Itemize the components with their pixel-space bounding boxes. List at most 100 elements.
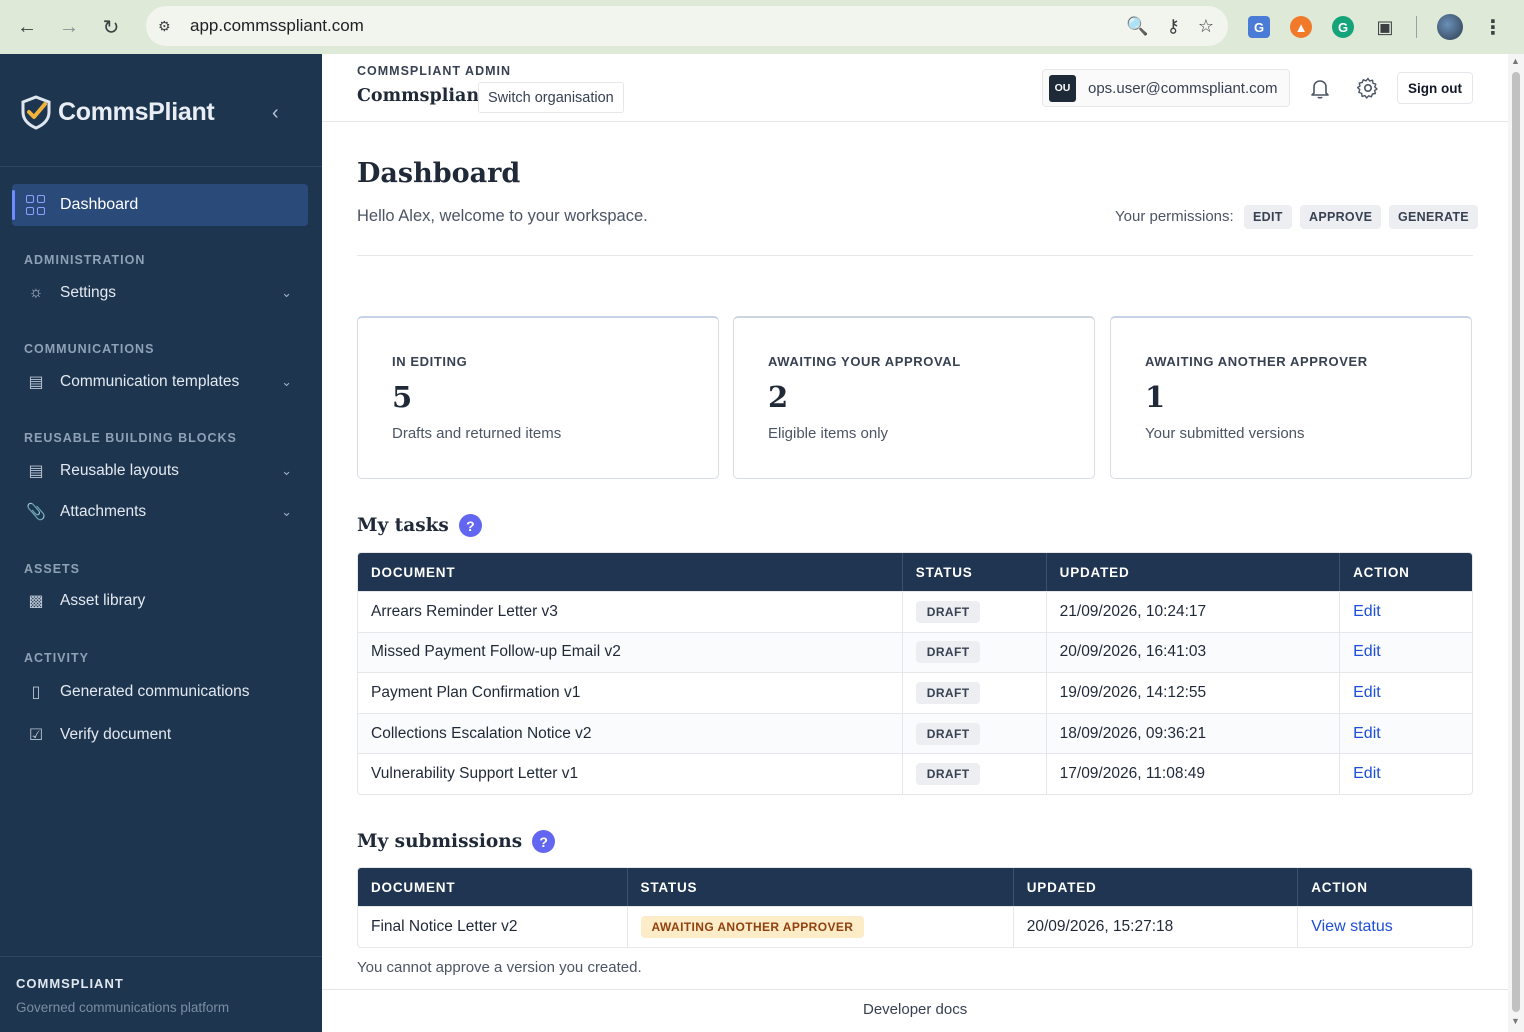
- table-row: Vulnerability Support Letter v1 DRAFT 17…: [358, 753, 1472, 794]
- gear-icon[interactable]: [1356, 76, 1380, 100]
- edit-link[interactable]: Edit: [1353, 765, 1381, 782]
- address-bar[interactable]: ⚙ app.commsspliant.com 🔍 ⚷ ☆: [146, 6, 1228, 46]
- sidebar-item-label: Communication templates: [60, 373, 240, 390]
- my-tasks-heading: My tasks ?: [357, 514, 482, 537]
- chevron-down-icon[interactable]: ⌄: [281, 374, 292, 390]
- bell-icon[interactable]: [1308, 76, 1332, 100]
- stat-label: IN EDITING: [392, 354, 468, 369]
- sidebar-item-verify-document[interactable]: ☑ Verify document: [24, 720, 300, 750]
- vertical-scrollbar[interactable]: ▲ ▼: [1508, 54, 1524, 1032]
- help-icon[interactable]: ?: [458, 514, 482, 537]
- page-title: Dashboard: [357, 158, 521, 189]
- stat-description: Your submitted versions: [1145, 425, 1305, 442]
- updated-cell: 20/09/2026, 15:27:18: [1013, 906, 1299, 947]
- document-cell: Payment Plan Confirmation v1: [358, 672, 903, 713]
- admin-kicker: COMMSPLIANT ADMIN: [357, 64, 512, 78]
- permission-badge-generate: GENERATE: [1389, 205, 1478, 229]
- column-header-updated: UPDATED: [1046, 553, 1341, 591]
- collapse-sidebar-icon[interactable]: ‹: [272, 102, 279, 125]
- zoom-icon[interactable]: 🔍: [1126, 16, 1148, 37]
- organisation-name: Commspliant: [357, 86, 488, 106]
- document-cell: Final Notice Letter v2: [358, 906, 628, 947]
- table-row: Final Notice Letter v2 AWAITING ANOTHER …: [358, 906, 1472, 947]
- status-badge: DRAFT: [915, 722, 981, 745]
- permissions-label: Your permissions:: [1115, 208, 1234, 225]
- updated-cell: 17/09/2026, 11:08:49: [1046, 753, 1341, 794]
- switch-organisation-button[interactable]: Switch organisation: [478, 82, 624, 113]
- stat-value: 5: [392, 380, 413, 414]
- stat-label: AWAITING YOUR APPROVAL: [768, 354, 961, 369]
- site-settings-icon[interactable]: ⚙: [158, 18, 186, 35]
- toolbar-divider: [1416, 16, 1417, 38]
- profile-avatar[interactable]: [1437, 14, 1463, 40]
- grammarly-extension-icon[interactable]: G: [1332, 16, 1354, 38]
- edit-link[interactable]: Edit: [1353, 603, 1381, 620]
- status-cell: AWAITING ANOTHER APPROVER: [627, 906, 1014, 947]
- updated-cell: 19/09/2026, 14:12:55: [1046, 672, 1341, 713]
- sidebar-item-label: Reusable layouts: [60, 462, 179, 479]
- sign-out-button[interactable]: Sign out: [1397, 72, 1473, 104]
- stat-description: Eligible items only: [768, 425, 889, 442]
- sidebar-item-attachments[interactable]: 📎 Attachments ⌄: [24, 497, 300, 527]
- permission-badge-approve: APPROVE: [1300, 205, 1382, 229]
- star-icon[interactable]: ☆: [1198, 16, 1214, 37]
- translate-extension-icon[interactable]: G: [1248, 16, 1270, 38]
- section-title-activity: ACTIVITY: [24, 651, 89, 665]
- sidebar-item-asset-library[interactable]: ▩ Asset library: [24, 586, 300, 616]
- scroll-up-arrow-icon[interactable]: ▲: [1511, 56, 1520, 66]
- stat-value: 2: [768, 380, 789, 414]
- grid-icon: [26, 195, 46, 215]
- stat-label: AWAITING ANOTHER APPROVER: [1145, 354, 1368, 369]
- stat-card-awaiting-your-approval[interactable]: AWAITING YOUR APPROVAL 2 Eligible items …: [733, 316, 1095, 479]
- chevron-down-icon[interactable]: ⌄: [281, 463, 292, 479]
- sidebar-item-settings[interactable]: ☼ Settings ⌄: [24, 278, 300, 308]
- kebab-menu-icon[interactable]: ⋮: [1483, 15, 1503, 40]
- chevron-down-icon[interactable]: ⌄: [281, 504, 292, 520]
- sidebar-item-reusable-layouts[interactable]: ▤ Reusable layouts ⌄: [24, 456, 300, 486]
- edit-link[interactable]: Edit: [1353, 725, 1381, 742]
- chevron-down-icon[interactable]: ⌄: [281, 285, 292, 301]
- stat-card-in-editing[interactable]: IN EDITING 5 Drafts and returned items: [357, 316, 719, 479]
- scroll-down-arrow-icon[interactable]: ▼: [1511, 1016, 1520, 1026]
- sun-gear-icon: ☼: [28, 284, 44, 301]
- view-status-link[interactable]: View status: [1311, 918, 1393, 935]
- table-header-row: DOCUMENT STATUS UPDATED ACTION: [358, 553, 1472, 591]
- user-chip[interactable]: OU ops.user@commspliant.com: [1042, 69, 1290, 107]
- sidebar: CommsPliant ‹ Dashboard ADMINISTRATION ☼…: [0, 54, 322, 1032]
- url-text[interactable]: app.commsspliant.com: [190, 16, 364, 36]
- shield-check-logo-icon: [21, 95, 51, 130]
- status-badge: DRAFT: [915, 641, 981, 664]
- updated-cell: 20/09/2026, 16:41:03: [1046, 631, 1341, 673]
- status-cell: DRAFT: [902, 591, 1047, 632]
- main-content: COMMSPLIANT ADMIN Commspliant Switch org…: [322, 54, 1508, 1032]
- updated-cell: 18/09/2026, 09:36:21: [1046, 712, 1341, 754]
- action-cell: Edit: [1340, 712, 1472, 754]
- edit-link[interactable]: Edit: [1353, 643, 1381, 660]
- brand[interactable]: CommsPliant: [18, 94, 215, 130]
- divider: [322, 989, 1508, 990]
- extension-icon[interactable]: ▲: [1290, 16, 1312, 38]
- permission-badge-edit: EDIT: [1244, 205, 1292, 229]
- key-icon[interactable]: ⚷: [1167, 16, 1180, 37]
- stat-description: Drafts and returned items: [392, 425, 562, 442]
- puzzle-extensions-icon[interactable]: ▣: [1374, 16, 1396, 38]
- edit-link[interactable]: Edit: [1353, 684, 1381, 701]
- sidebar-item-generated-communications[interactable]: ▯ Generated communications: [24, 677, 300, 707]
- help-icon[interactable]: ?: [532, 830, 556, 853]
- active-indicator: [12, 190, 15, 220]
- document-icon: ▤: [28, 374, 44, 391]
- stat-card-awaiting-another-approver[interactable]: AWAITING ANOTHER APPROVER 1 Your submitt…: [1110, 316, 1472, 479]
- table-row: Missed Payment Follow-up Email v2 DRAFT …: [358, 631, 1472, 673]
- check-document-icon: ☑: [28, 727, 44, 744]
- forward-arrow-icon[interactable]: →: [48, 6, 90, 48]
- action-cell: Edit: [1340, 631, 1472, 673]
- reload-icon[interactable]: ↻: [90, 6, 132, 48]
- sidebar-item-dashboard[interactable]: Dashboard: [12, 184, 308, 226]
- developer-docs-link[interactable]: Developer docs: [863, 1001, 967, 1018]
- section-title: My tasks: [357, 515, 449, 536]
- sidebar-item-communication-templates[interactable]: ▤ Communication templates ⌄: [24, 367, 300, 397]
- approval-note: You cannot approve a version you created…: [357, 959, 642, 976]
- status-cell: DRAFT: [902, 712, 1047, 754]
- back-arrow-icon[interactable]: ←: [6, 6, 48, 48]
- scrollbar-thumb[interactable]: [1512, 72, 1520, 1012]
